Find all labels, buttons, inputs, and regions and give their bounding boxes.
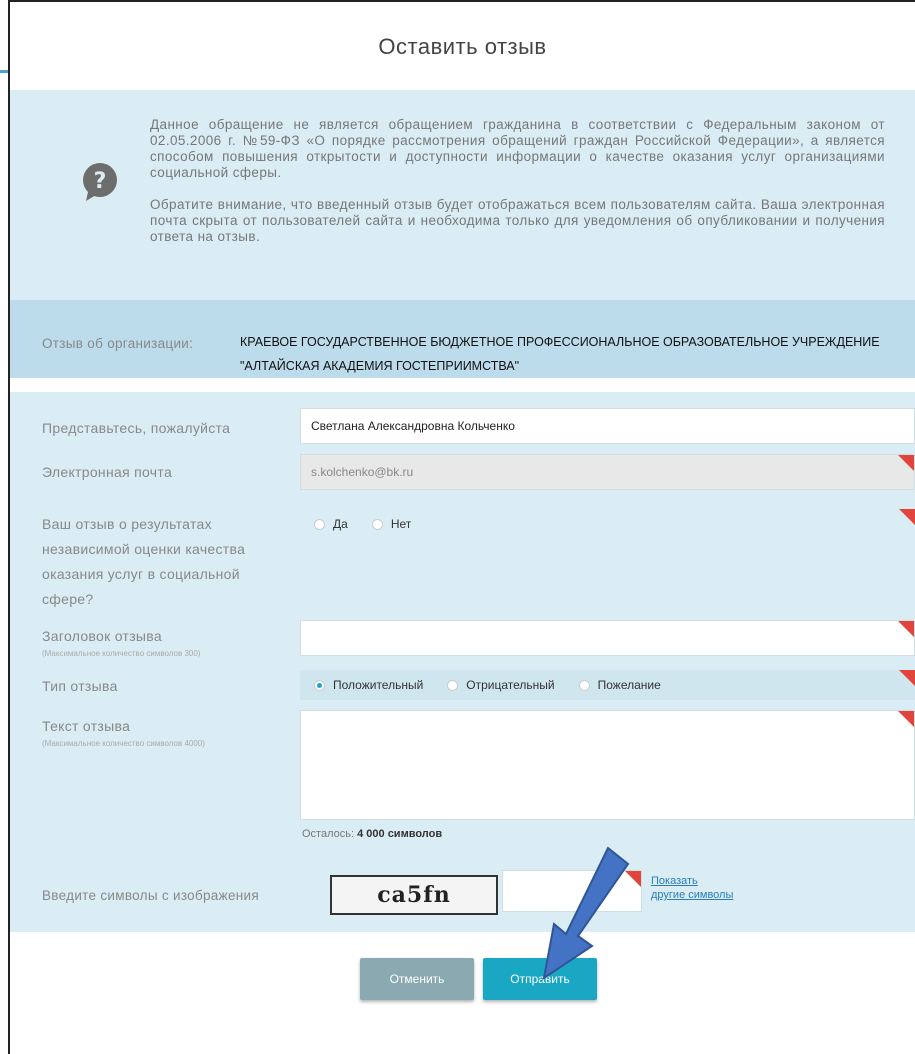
remaining-prefix: Осталось: bbox=[302, 828, 355, 840]
svg-text:?: ? bbox=[94, 169, 107, 194]
captcha-link-line2: другие символы bbox=[651, 889, 734, 901]
required-marker bbox=[898, 455, 914, 471]
radio-no-label: Нет bbox=[390, 517, 412, 531]
email-value: s.kolchenko@bk.ru bbox=[311, 465, 414, 479]
name-input[interactable]: Светлана Александровна Кольченко bbox=[300, 408, 915, 444]
radio-yes[interactable]: Да bbox=[314, 517, 348, 531]
captcha-label: Введите символы с изображения bbox=[42, 888, 259, 903]
email-input[interactable]: s.kolchenko@bk.ru bbox=[300, 454, 915, 490]
radio-dot-selected bbox=[314, 679, 325, 691]
name-value: Светлана Александровна Кольченко bbox=[311, 419, 515, 433]
required-marker bbox=[898, 711, 914, 727]
required-marker bbox=[898, 621, 914, 637]
radio-negative[interactable]: Отрицательный bbox=[447, 678, 555, 692]
text-label-text: Текст отзыва bbox=[42, 718, 131, 734]
info-text: Данное обращение не является обращением … bbox=[150, 117, 885, 261]
review-dialog: Оставить отзыв ? Данное обращение не явл… bbox=[8, 0, 915, 1054]
dialog-title: Оставить отзыв bbox=[378, 34, 547, 59]
subject-input[interactable] bbox=[300, 620, 915, 656]
radio-negative-label: Отрицательный bbox=[466, 678, 555, 692]
question-bubble-icon: ? bbox=[83, 163, 117, 201]
radio-wish-label: Пожелание bbox=[597, 678, 661, 692]
radio-yes-label: Да bbox=[333, 517, 348, 531]
required-marker bbox=[899, 670, 915, 686]
review-textarea[interactable] bbox=[300, 710, 915, 820]
email-label: Электронная почта bbox=[42, 464, 173, 480]
radio-dot bbox=[578, 679, 590, 691]
radio-positive-label: Положительный bbox=[333, 678, 424, 692]
cancel-button[interactable]: Отменить bbox=[360, 958, 474, 1000]
name-label: Представьтесь, пожалуйста bbox=[42, 420, 231, 436]
nok-label: Ваш отзыв о результатах независимой оцен… bbox=[42, 516, 246, 607]
text-hint: (Максимальное количество символов 4000) bbox=[42, 739, 205, 748]
subject-label: Заголовок отзыва (Максимальное количеств… bbox=[42, 624, 200, 658]
subject-label-text: Заголовок отзыва bbox=[42, 628, 162, 644]
info-paragraph-2: Обратите внимание, что введенный отзыв б… bbox=[150, 197, 885, 244]
type-radio-group: Положительный Отрицательный Пожелание bbox=[300, 670, 915, 700]
text-label: Текст отзыва (Максимальное количество си… bbox=[42, 714, 205, 748]
organization-name: КРАЕВОЕ ГОСУДАРСТВЕННОЕ БЮДЖЕТНОЕ ПРОФЕС… bbox=[240, 335, 880, 373]
type-label: Тип отзыва bbox=[42, 678, 118, 694]
captcha-image-text: ca5fn bbox=[377, 882, 451, 908]
captcha-image: ca5fn bbox=[330, 875, 498, 915]
radio-positive[interactable]: Положительный bbox=[314, 678, 423, 692]
radio-dot bbox=[371, 518, 383, 530]
subject-hint: (Максимальное количество символов 300) bbox=[42, 649, 201, 658]
radio-dot bbox=[447, 679, 459, 691]
captcha-refresh-link[interactable]: Показать другие символы bbox=[651, 874, 733, 902]
radio-no[interactable]: Нет bbox=[371, 517, 412, 531]
remaining-count: 4 000 символов bbox=[357, 828, 443, 840]
radio-dot bbox=[314, 518, 325, 530]
organization-label: Отзыв об организации: bbox=[42, 336, 194, 351]
nok-radio-group: Да Нет bbox=[300, 509, 915, 539]
arrow-annotation-icon bbox=[542, 846, 630, 981]
required-marker bbox=[899, 509, 915, 525]
radio-wish[interactable]: Пожелание bbox=[578, 678, 661, 692]
captcha-link-line1: Показать bbox=[651, 875, 698, 887]
remaining-counter: Осталось: 4 000 символов bbox=[302, 828, 442, 840]
info-paragraph-1: Данное обращение не является обращением … bbox=[150, 117, 885, 180]
